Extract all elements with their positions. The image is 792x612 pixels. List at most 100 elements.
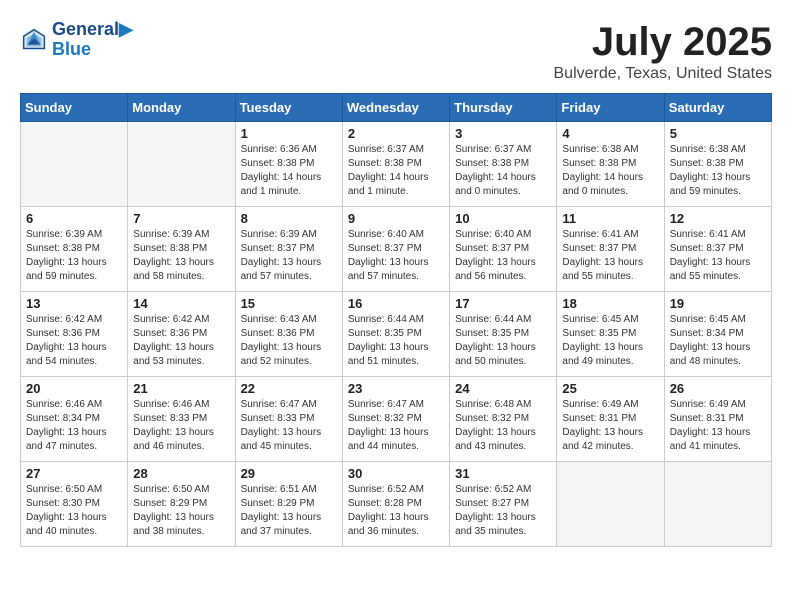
day-info: Sunrise: 6:41 AM Sunset: 8:37 PM Dayligh… <box>670 228 766 284</box>
day-info: Sunrise: 6:37 AM Sunset: 8:38 PM Dayligh… <box>348 143 444 199</box>
calendar-cell: 23Sunrise: 6:47 AM Sunset: 8:32 PM Dayli… <box>342 377 449 462</box>
day-info: Sunrise: 6:52 AM Sunset: 8:27 PM Dayligh… <box>455 483 551 539</box>
day-info: Sunrise: 6:49 AM Sunset: 8:31 PM Dayligh… <box>562 398 658 454</box>
calendar-cell: 26 Sunrise: 6:49 AM Sunset: 8:31 PM Dayli… <box>664 377 771 462</box>
day-number: 21 <box>133 381 229 396</box>
day-number: 10 <box>455 211 551 226</box>
day-info: Sunrise: 6:44 AM Sunset: 8:35 PM Dayligh… <box>455 313 551 369</box>
calendar-cell: 14 Sunrise: 6:42 AM Sunset: 8:36 PM Dayli… <box>128 292 235 377</box>
day-number: 4 <box>562 126 658 141</box>
day-number: 3 <box>455 126 551 141</box>
week-row-2: 6 Sunrise: 6:39 AM Sunset: 8:38 PM Daylig… <box>21 207 772 292</box>
day-info: Sunrise: 6:38 AM Sunset: 8:38 PM Dayligh… <box>562 143 658 199</box>
calendar-cell: 13Sunrise: 6:42 AM Sunset: 8:36 PM Dayli… <box>21 292 128 377</box>
day-number: 14 <box>133 296 229 311</box>
day-info: Sunrise: 6:36 AM Sunset: 8:38 PM Dayligh… <box>241 143 337 199</box>
calendar-cell <box>21 122 128 207</box>
title-block: July 2025 Bulverde, Texas, United States <box>554 20 773 83</box>
calendar-cell: 10 Sunrise: 6:40 AM Sunset: 8:37 PM Dayli… <box>450 207 557 292</box>
weekday-header-tuesday: Tuesday <box>235 94 342 122</box>
day-number: 22 <box>241 381 337 396</box>
month-title: July 2025 <box>554 20 773 65</box>
day-number: 27 <box>26 466 122 481</box>
day-number: 17 <box>455 296 551 311</box>
day-info: Sunrise: 6:46 AM Sunset: 8:34 PM Dayligh… <box>26 398 122 454</box>
day-info: Sunrise: 6:42 AM Sunset: 8:36 PM Dayligh… <box>133 313 229 369</box>
day-number: 19 <box>670 296 766 311</box>
day-info: Sunrise: 6:50 AM Sunset: 8:30 PM Dayligh… <box>26 483 122 539</box>
calendar-cell: 16Sunrise: 6:44 AM Sunset: 8:35 PM Dayli… <box>342 292 449 377</box>
day-info: Sunrise: 6:46 AM Sunset: 8:33 PM Dayligh… <box>133 398 229 454</box>
calendar-cell: 17 Sunrise: 6:44 AM Sunset: 8:35 PM Dayli… <box>450 292 557 377</box>
day-number: 29 <box>241 466 337 481</box>
day-number: 15 <box>241 296 337 311</box>
day-info: Sunrise: 6:45 AM Sunset: 8:34 PM Dayligh… <box>670 313 766 369</box>
day-info: Sunrise: 6:45 AM Sunset: 8:35 PM Dayligh… <box>562 313 658 369</box>
calendar-cell: 2Sunrise: 6:37 AM Sunset: 8:38 PM Daylig… <box>342 122 449 207</box>
calendar-cell: 3 Sunrise: 6:37 AM Sunset: 8:38 PM Daylig… <box>450 122 557 207</box>
day-number: 7 <box>133 211 229 226</box>
calendar-cell: 20Sunrise: 6:46 AM Sunset: 8:34 PM Dayli… <box>21 377 128 462</box>
day-number: 23 <box>348 381 444 396</box>
calendar-cell <box>664 462 771 547</box>
calendar-cell: 15 Sunrise: 6:43 AM Sunset: 8:36 PM Dayli… <box>235 292 342 377</box>
calendar-cell: 29 Sunrise: 6:51 AM Sunset: 8:29 PM Dayli… <box>235 462 342 547</box>
logo-icon <box>20 26 48 54</box>
week-row-1: 1 Sunrise: 6:36 AM Sunset: 8:38 PM Daylig… <box>21 122 772 207</box>
day-info: Sunrise: 6:41 AM Sunset: 8:37 PM Dayligh… <box>562 228 658 284</box>
day-info: Sunrise: 6:40 AM Sunset: 8:37 PM Dayligh… <box>348 228 444 284</box>
calendar-cell: 18 Sunrise: 6:45 AM Sunset: 8:35 PM Dayli… <box>557 292 664 377</box>
day-info: Sunrise: 6:50 AM Sunset: 8:29 PM Dayligh… <box>133 483 229 539</box>
day-number: 5 <box>670 126 766 141</box>
calendar-cell <box>128 122 235 207</box>
calendar-table: SundayMondayTuesdayWednesdayThursdayFrid… <box>20 93 772 547</box>
day-number: 6 <box>26 211 122 226</box>
calendar-cell: 8 Sunrise: 6:39 AM Sunset: 8:37 PM Daylig… <box>235 207 342 292</box>
weekday-header-row: SundayMondayTuesdayWednesdayThursdayFrid… <box>21 94 772 122</box>
calendar-cell: 19 Sunrise: 6:45 AM Sunset: 8:34 PM Dayli… <box>664 292 771 377</box>
day-info: Sunrise: 6:43 AM Sunset: 8:36 PM Dayligh… <box>241 313 337 369</box>
location: Bulverde, Texas, United States <box>554 65 773 83</box>
day-info: Sunrise: 6:42 AM Sunset: 8:36 PM Dayligh… <box>26 313 122 369</box>
day-info: Sunrise: 6:51 AM Sunset: 8:29 PM Dayligh… <box>241 483 337 539</box>
day-number: 24 <box>455 381 551 396</box>
calendar-cell: 5Sunrise: 6:38 AM Sunset: 8:38 PM Daylig… <box>664 122 771 207</box>
calendar-cell: 4 Sunrise: 6:38 AM Sunset: 8:38 PM Daylig… <box>557 122 664 207</box>
logo-text-line1: General▶ <box>52 20 133 40</box>
day-info: Sunrise: 6:37 AM Sunset: 8:38 PM Dayligh… <box>455 143 551 199</box>
calendar-cell: 12 Sunrise: 6:41 AM Sunset: 8:37 PM Dayli… <box>664 207 771 292</box>
day-number: 28 <box>133 466 229 481</box>
day-number: 26 <box>670 381 766 396</box>
calendar-cell: 27 Sunrise: 6:50 AM Sunset: 8:30 PM Dayli… <box>21 462 128 547</box>
weekday-header-thursday: Thursday <box>450 94 557 122</box>
calendar-cell: 30 Sunrise: 6:52 AM Sunset: 8:28 PM Dayli… <box>342 462 449 547</box>
week-row-4: 20Sunrise: 6:46 AM Sunset: 8:34 PM Dayli… <box>21 377 772 462</box>
day-info: Sunrise: 6:39 AM Sunset: 8:37 PM Dayligh… <box>241 228 337 284</box>
weekday-header-wednesday: Wednesday <box>342 94 449 122</box>
page-header: General▶ Blue July 2025 Bulverde, Texas,… <box>20 20 772 83</box>
calendar-cell: 11Sunrise: 6:41 AM Sunset: 8:37 PM Dayli… <box>557 207 664 292</box>
weekday-header-saturday: Saturday <box>664 94 771 122</box>
calendar-cell: 25Sunrise: 6:49 AM Sunset: 8:31 PM Dayli… <box>557 377 664 462</box>
day-info: Sunrise: 6:48 AM Sunset: 8:32 PM Dayligh… <box>455 398 551 454</box>
logo: General▶ Blue <box>20 20 133 60</box>
calendar-cell: 1 Sunrise: 6:36 AM Sunset: 8:38 PM Daylig… <box>235 122 342 207</box>
day-number: 12 <box>670 211 766 226</box>
day-number: 1 <box>241 126 337 141</box>
day-info: Sunrise: 6:44 AM Sunset: 8:35 PM Dayligh… <box>348 313 444 369</box>
day-info: Sunrise: 6:40 AM Sunset: 8:37 PM Dayligh… <box>455 228 551 284</box>
calendar-cell: 22 Sunrise: 6:47 AM Sunset: 8:33 PM Dayli… <box>235 377 342 462</box>
calendar-cell: 28 Sunrise: 6:50 AM Sunset: 8:29 PM Dayli… <box>128 462 235 547</box>
calendar-cell: 31 Sunrise: 6:52 AM Sunset: 8:27 PM Dayli… <box>450 462 557 547</box>
day-info: Sunrise: 6:39 AM Sunset: 8:38 PM Dayligh… <box>26 228 122 284</box>
day-info: Sunrise: 6:52 AM Sunset: 8:28 PM Dayligh… <box>348 483 444 539</box>
day-info: Sunrise: 6:49 AM Sunset: 8:31 PM Dayligh… <box>670 398 766 454</box>
weekday-header-friday: Friday <box>557 94 664 122</box>
day-info: Sunrise: 6:47 AM Sunset: 8:33 PM Dayligh… <box>241 398 337 454</box>
day-number: 18 <box>562 296 658 311</box>
day-number: 30 <box>348 466 444 481</box>
day-number: 8 <box>241 211 337 226</box>
calendar-cell: 9Sunrise: 6:40 AM Sunset: 8:37 PM Daylig… <box>342 207 449 292</box>
day-number: 31 <box>455 466 551 481</box>
week-row-5: 27 Sunrise: 6:50 AM Sunset: 8:30 PM Dayli… <box>21 462 772 547</box>
